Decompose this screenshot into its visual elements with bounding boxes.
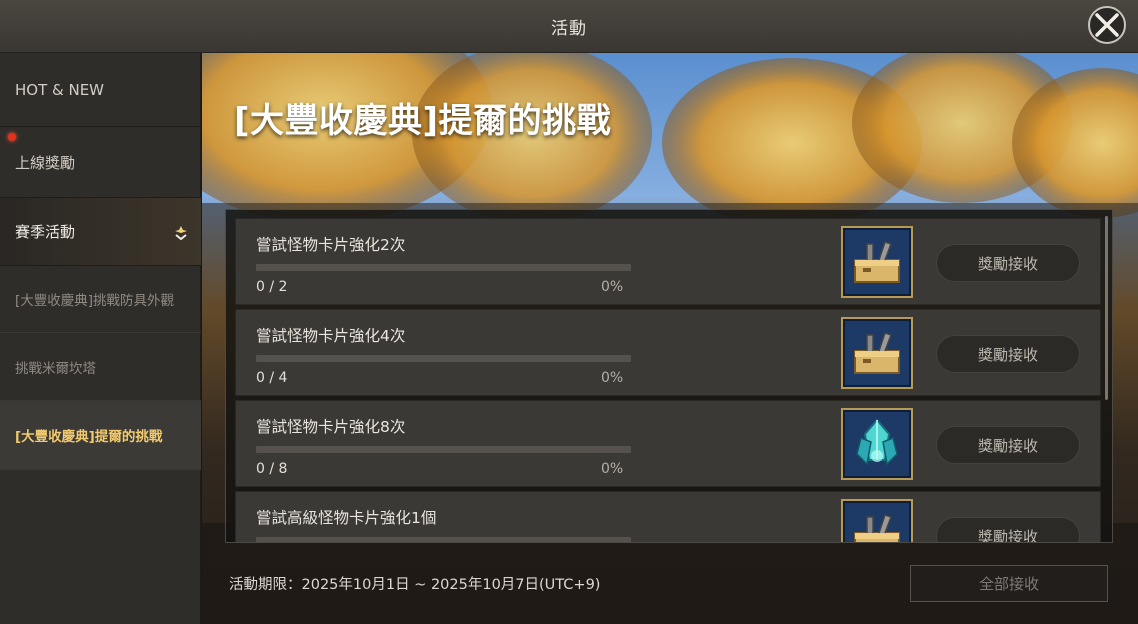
claim-reward-button[interactable]: 獎勵接收 bbox=[936, 426, 1080, 464]
sidebar-item-label: 挑戰米爾坎塔 bbox=[15, 360, 96, 377]
reward-item[interactable] bbox=[841, 317, 913, 389]
reward-item[interactable] bbox=[841, 226, 913, 298]
progress-percent: 0% bbox=[601, 279, 624, 295]
notification-dot bbox=[8, 133, 16, 141]
event-period: 活動期限：2025年10月1日 ~ 2025年10月7日(UTC+9) bbox=[229, 577, 601, 593]
sidebar-item-mirkanta[interactable]: 挑戰米爾坎塔 bbox=[0, 333, 201, 401]
mission-title: 嘗試怪物卡片強化4次 bbox=[256, 327, 406, 345]
event-panel: [大豐收慶典]提爾的挑戰 嘗試怪物卡片強化2次 0 / 2 0% 獎勵接收 嘗試 bbox=[202, 53, 1138, 624]
mission-row: 嘗試高級怪物卡片強化1個 獎勵接收 bbox=[235, 491, 1101, 542]
progress-count: 0 / 8 bbox=[256, 461, 288, 477]
mission-title: 嘗試怪物卡片強化2次 bbox=[256, 236, 406, 254]
progress-bar bbox=[256, 264, 631, 271]
expand-icon bbox=[175, 226, 187, 241]
sidebar-item-armor-challenge[interactable]: [大豐收慶典]挑戰防具外觀 bbox=[0, 266, 201, 333]
toolbox-icon bbox=[854, 514, 900, 542]
title-bar: 活動 bbox=[0, 0, 1138, 53]
mission-row: 嘗試怪物卡片強化4次 0 / 4 0% 獎勵接收 bbox=[235, 309, 1101, 396]
claim-reward-button[interactable]: 獎勵接收 bbox=[936, 517, 1080, 542]
sidebar-item-hot-new[interactable]: HOT & NEW bbox=[0, 53, 201, 127]
progress-percent: 0% bbox=[601, 370, 624, 386]
sidebar: HOT & NEW 上線獎勵 賽季活動 [大豐收慶典]挑戰防具外觀 挑戰米爾坎塔… bbox=[0, 53, 201, 624]
mission-title: 嘗試怪物卡片強化8次 bbox=[256, 418, 406, 436]
toolbox-icon bbox=[854, 332, 900, 374]
reward-item[interactable] bbox=[841, 408, 913, 480]
close-button[interactable] bbox=[1088, 6, 1126, 44]
claim-reward-button[interactable]: 獎勵接收 bbox=[936, 244, 1080, 282]
mission-list[interactable]: 嘗試怪物卡片強化2次 0 / 2 0% 獎勵接收 嘗試怪物卡片強化4次 0 / … bbox=[225, 209, 1113, 543]
sidebar-item-label: [大豐收慶典]挑戰防具外觀 bbox=[15, 293, 175, 309]
progress-count: 0 / 2 bbox=[256, 279, 288, 295]
sidebar-item-label: 賽季活動 bbox=[15, 223, 76, 241]
window-title: 活動 bbox=[551, 18, 587, 39]
mission-row: 嘗試怪物卡片強化8次 0 / 8 0% 獎勵接收 bbox=[235, 400, 1101, 487]
sidebar-item-login-reward[interactable]: 上線獎勵 bbox=[0, 127, 201, 198]
mission-row: 嘗試怪物卡片強化2次 0 / 2 0% 獎勵接收 bbox=[235, 218, 1101, 305]
scrollbar[interactable] bbox=[1105, 216, 1108, 400]
sidebar-item-season-event[interactable]: 賽季活動 bbox=[0, 198, 201, 266]
reward-item[interactable] bbox=[841, 499, 913, 542]
event-title: [大豐收慶典]提爾的挑戰 bbox=[234, 101, 612, 141]
sidebar-item-label: 上線獎勵 bbox=[15, 153, 76, 172]
progress-bar bbox=[256, 537, 631, 542]
sidebar-item-label: [大豐收慶典]提爾的挑戰 bbox=[15, 429, 163, 445]
claim-reward-button[interactable]: 獎勵接收 bbox=[936, 335, 1080, 373]
progress-count: 0 / 4 bbox=[256, 370, 288, 386]
progress-bar bbox=[256, 446, 631, 453]
crystal-icon bbox=[856, 418, 898, 466]
claim-all-button[interactable]: 全部接收 bbox=[910, 565, 1108, 602]
sidebar-item-tyr-challenge[interactable]: [大豐收慶典]提爾的挑戰 bbox=[0, 401, 201, 470]
toolbox-icon bbox=[854, 241, 900, 283]
mission-title: 嘗試高級怪物卡片強化1個 bbox=[256, 509, 437, 527]
sidebar-item-label: HOT & NEW bbox=[15, 80, 105, 99]
progress-percent: 0% bbox=[601, 461, 624, 477]
progress-bar bbox=[256, 355, 631, 362]
close-icon bbox=[1095, 13, 1119, 37]
